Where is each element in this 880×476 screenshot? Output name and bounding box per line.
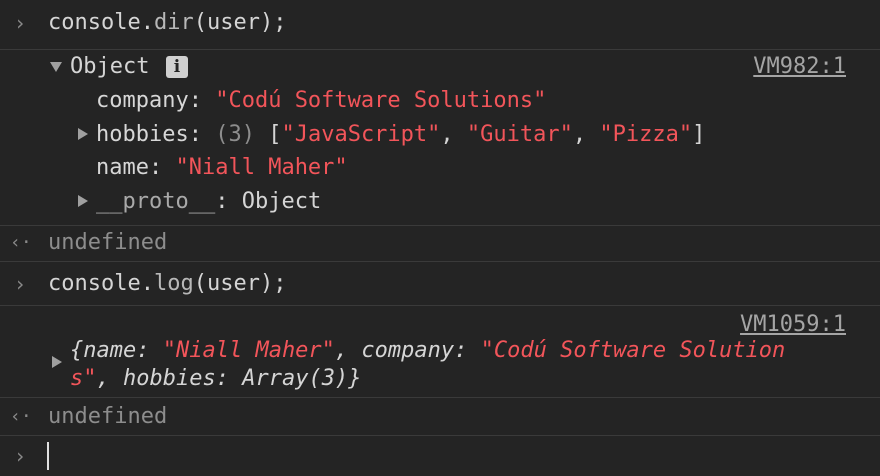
source-link-vm1059[interactable]: VM1059:1 <box>740 311 846 339</box>
log-object-line-2[interactable]: s", hobbies: Array(3)} <box>70 365 361 393</box>
prop-company: company: "Codú Software Solutions" <box>96 88 547 113</box>
console-result-row-2: ‹· undefined <box>0 398 880 436</box>
console-input-row-dir: › console.dir(user); <box>0 0 880 50</box>
expand-triangle-right-icon[interactable] <box>78 195 88 207</box>
prompt-chevron-icon: › <box>14 11 27 35</box>
prompt-chevron-icon: › <box>14 444 27 468</box>
object-label[interactable]: Object <box>70 53 149 81</box>
prop-proto[interactable]: __proto__: Object <box>96 188 321 216</box>
console-result-row-1: ‹· undefined <box>0 226 880 262</box>
command-text-dir[interactable]: console.dir(user); <box>48 9 286 37</box>
prop-name: name: "Niall Maher" <box>96 155 348 180</box>
prop-hobbies[interactable]: hobbies: (3) ["JavaScript", "Guitar", "P… <box>96 121 705 149</box>
expand-triangle-down-icon[interactable] <box>50 62 62 72</box>
source-link-vm982[interactable]: VM982:1 <box>753 53 846 81</box>
prompt-chevron-icon: › <box>14 272 27 296</box>
expand-triangle-right-icon[interactable] <box>52 356 62 368</box>
result-undefined-1: undefined <box>48 230 168 255</box>
return-arrow-icon: ‹· <box>10 232 32 253</box>
console-input-prompt[interactable]: › <box>0 436 880 476</box>
text-cursor[interactable] <box>47 442 49 470</box>
console-output-dir: Object i VM982:1 company: "Codú Software… <box>0 50 880 226</box>
info-icon[interactable]: i <box>166 56 188 78</box>
command-text-log[interactable]: console.log(user); <box>48 270 286 298</box>
console-output-log: VM1059:1 {name: "Niall Maher", company: … <box>0 306 880 398</box>
result-undefined-2: undefined <box>48 404 168 429</box>
return-arrow-icon: ‹· <box>10 406 32 427</box>
log-object-line-1[interactable]: {name: "Niall Maher", company: "Codú Sof… <box>70 337 785 365</box>
console-input-row-log: › console.log(user); <box>0 262 880 306</box>
expand-triangle-right-icon[interactable] <box>78 128 88 140</box>
